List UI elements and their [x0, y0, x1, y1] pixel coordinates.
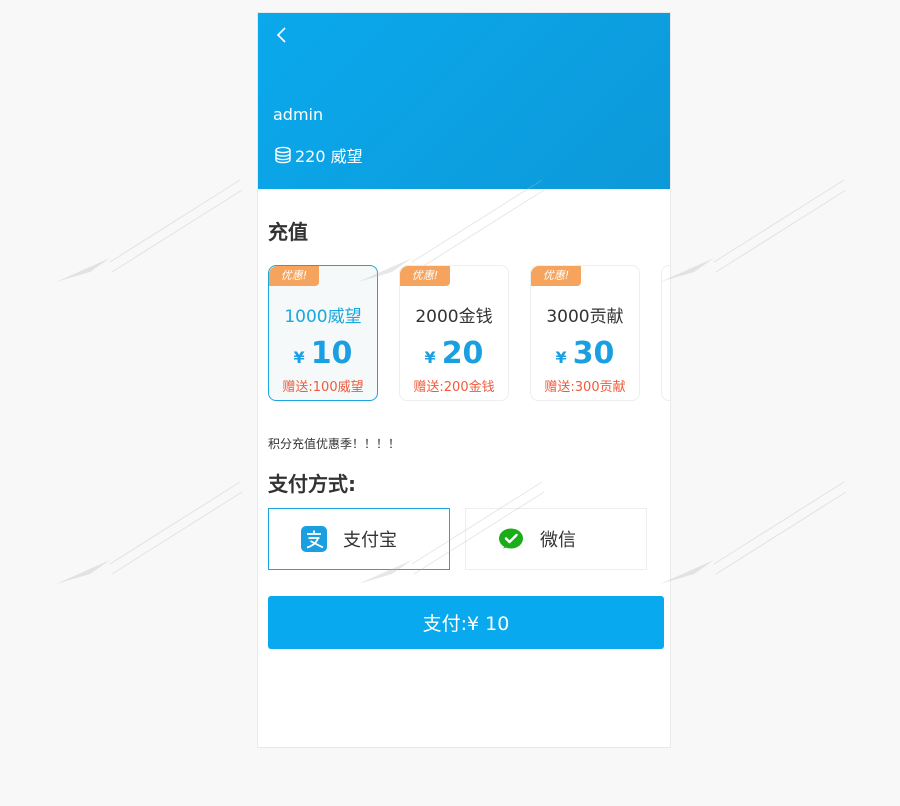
package-card-4-partial[interactable]: [661, 265, 670, 401]
balance: 220 威望: [274, 143, 363, 167]
mobile-page: admin 220 威望 充值 优惠! 1000威望 ¥10 赠送:100威望 …: [257, 12, 671, 748]
currency-symbol: ¥: [555, 348, 567, 367]
package-list[interactable]: 优惠! 1000威望 ¥10 赠送:100威望 优惠! 2000金钱 ¥20 赠…: [268, 265, 670, 405]
pay-label: 支付宝: [343, 530, 397, 551]
package-name: 2000金钱: [415, 307, 493, 327]
currency-symbol: ¥: [293, 348, 305, 367]
package-price: ¥30: [531, 336, 639, 371]
package-price: ¥10: [269, 336, 377, 371]
price-amount: 20: [441, 336, 484, 371]
watermark-logo: [56, 481, 243, 584]
pay-option-alipay[interactable]: 支付宝: [268, 508, 450, 570]
watermark-logo: [56, 179, 243, 282]
payment-title: 支付方式:: [268, 472, 356, 496]
back-icon[interactable]: [272, 25, 292, 45]
package-name: 1000威望: [284, 307, 362, 327]
discount-badge: 优惠!: [531, 266, 581, 286]
currency-symbol: ¥: [424, 348, 436, 367]
watermark-logo: [660, 179, 847, 282]
pay-submit-button[interactable]: 支付:¥ 10: [268, 596, 664, 649]
recharge-title: 充值: [268, 220, 308, 244]
package-card-3[interactable]: 优惠! 3000贡献 ¥30 赠送:300贡献: [530, 265, 640, 401]
pay-option-wechat[interactable]: 微信: [465, 508, 647, 570]
package-price: ¥20: [400, 336, 508, 371]
watermark-logo: [660, 481, 847, 584]
price-amount: 30: [572, 336, 615, 371]
package-bonus: 赠送:200金钱: [413, 380, 495, 395]
discount-badge: 优惠!: [400, 266, 450, 286]
wechat-icon: [499, 528, 523, 549]
price-amount: 10: [310, 336, 353, 371]
package-bonus: 赠送:100威望: [282, 380, 364, 395]
profile-header: admin 220 威望: [258, 13, 670, 189]
payment-methods: 支付宝 微信: [268, 508, 648, 570]
package-bonus: 赠送:300贡献: [544, 380, 626, 395]
promo-text: 积分充值优惠季！！！！: [268, 437, 401, 451]
alipay-icon: [301, 526, 327, 552]
coin-stack-icon: [275, 146, 291, 164]
pay-label: 微信: [540, 530, 576, 551]
package-card-2[interactable]: 优惠! 2000金钱 ¥20 赠送:200金钱: [399, 265, 509, 401]
balance-text: 220 威望: [295, 147, 363, 166]
package-card-1[interactable]: 优惠! 1000威望 ¥10 赠送:100威望: [268, 265, 378, 401]
username: admin: [273, 105, 324, 124]
discount-badge: 优惠!: [269, 266, 319, 286]
package-name: 3000贡献: [546, 307, 624, 327]
